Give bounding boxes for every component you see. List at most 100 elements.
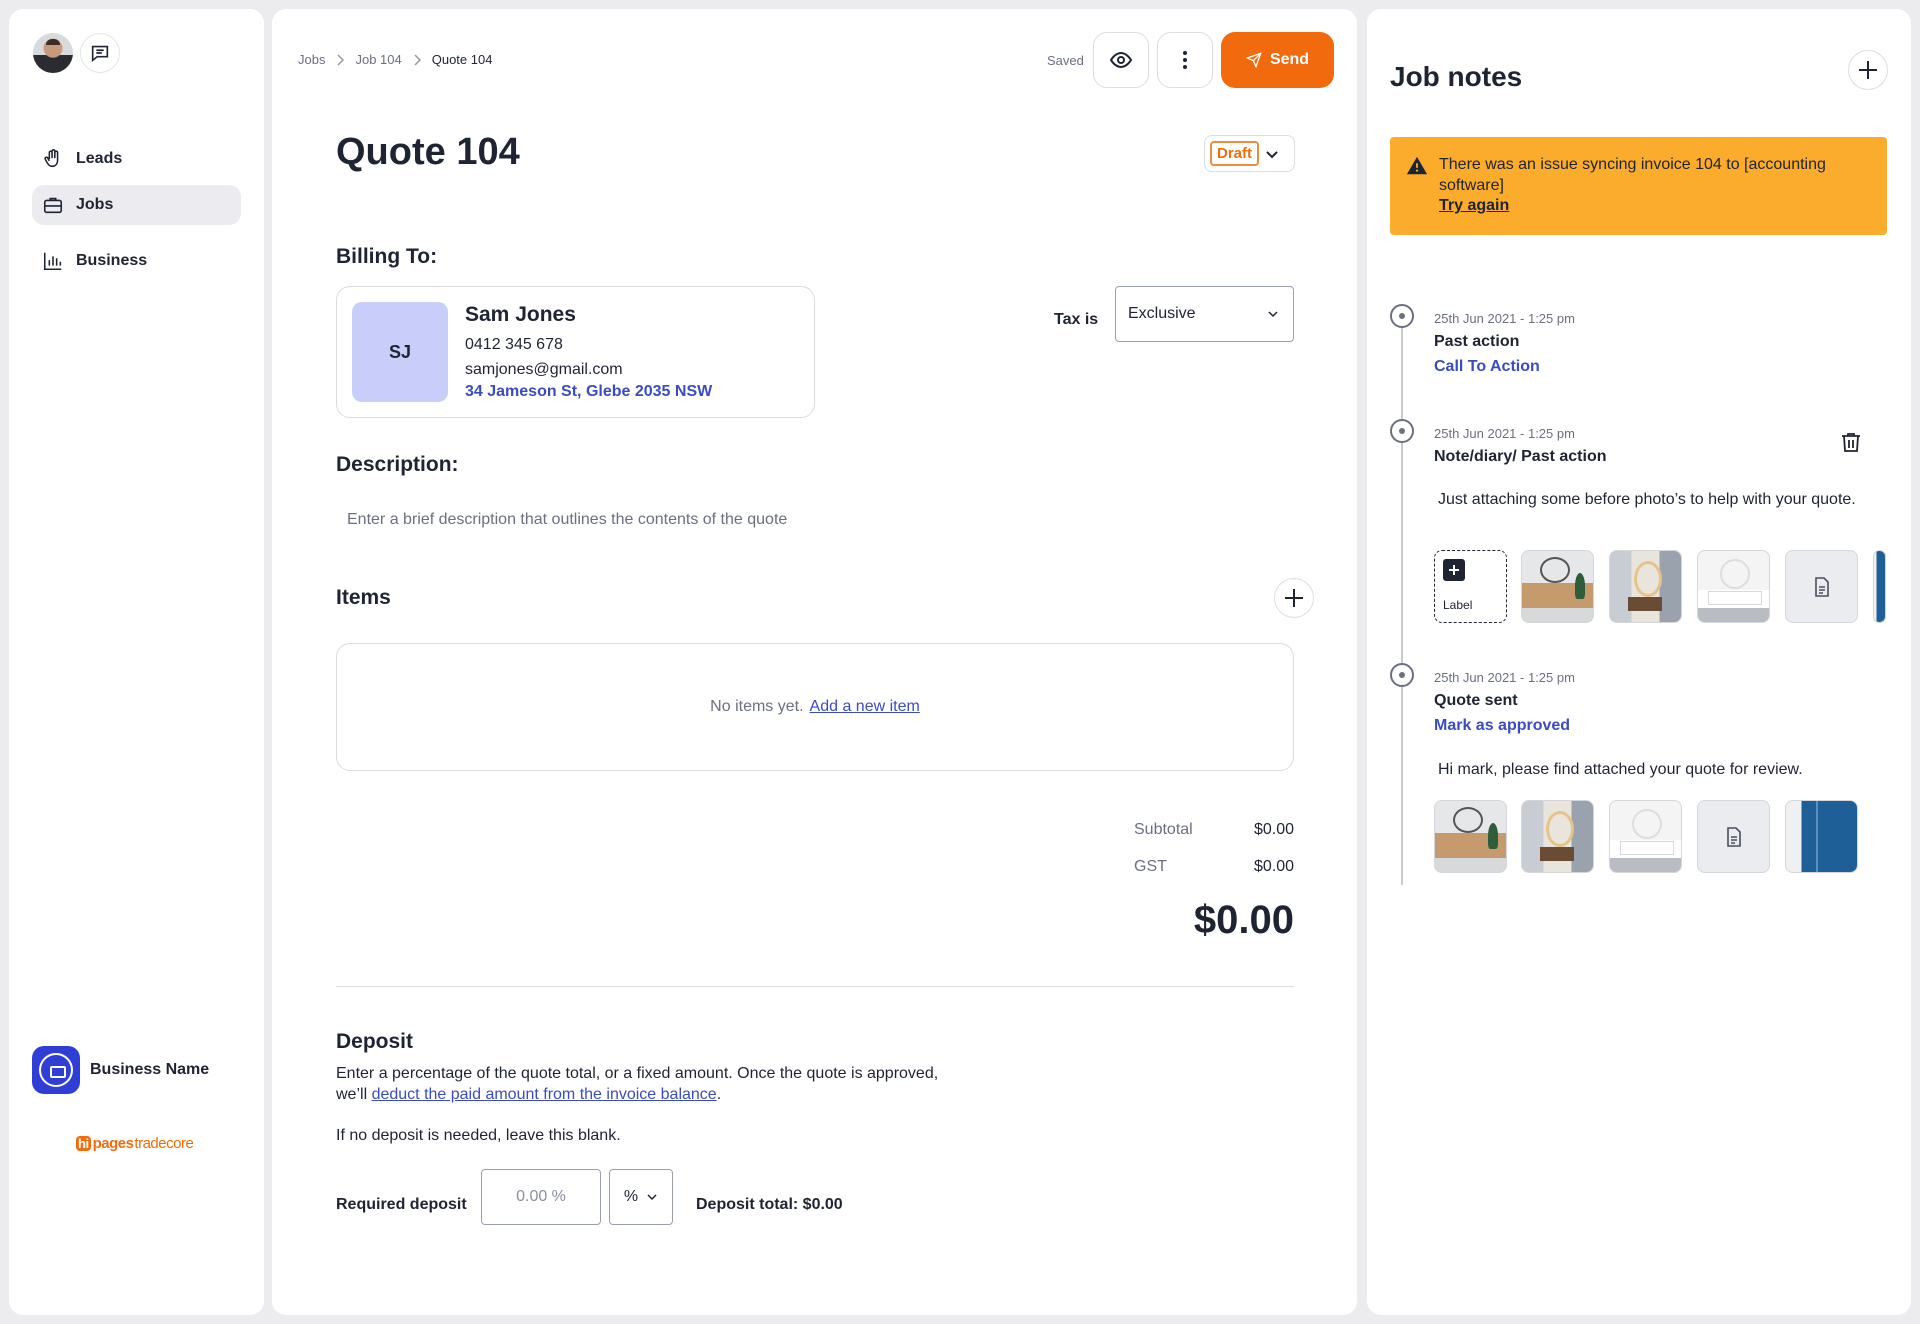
attachment-photo-thumbnail[interactable]: [1434, 800, 1507, 873]
deposit-amount-input[interactable]: 0.00 %: [481, 1169, 601, 1225]
client-phone: 0412 345 678: [465, 336, 563, 353]
warning-icon: [1406, 156, 1428, 175]
sidebar-item-label: Business: [76, 252, 148, 269]
chevron-right-icon: [414, 53, 421, 66]
client-email: samjones@gmail.com: [465, 361, 623, 378]
briefcase-icon: [43, 197, 63, 214]
status-badge: Draft: [1210, 141, 1260, 166]
note-date: 25th Jun 2021 - 1:25 pm: [1434, 426, 1575, 441]
more-vertical-icon: [1183, 51, 1187, 69]
status-dropdown[interactable]: Draft: [1204, 135, 1295, 172]
business-name: Business Name: [90, 1061, 210, 1078]
client-card[interactable]: SJ Sam Jones 0412 345 678 samjones@gmail…: [336, 286, 815, 418]
add-note-button[interactable]: [1848, 50, 1888, 90]
note-title: Past action: [1434, 333, 1520, 350]
add-attachment-button[interactable]: Label: [1434, 550, 1507, 623]
note-title: Quote sent: [1434, 692, 1518, 709]
sync-error-alert: There was an issue syncing invoice 104 t…: [1390, 137, 1887, 235]
attachment-photo-thumbnail[interactable]: [1521, 800, 1594, 873]
send-button[interactable]: Send: [1221, 32, 1334, 88]
tax-select[interactable]: Exclusive: [1115, 286, 1294, 342]
items-empty-state: No items yet. Add a new item: [336, 643, 1294, 771]
quote-total: $0.00: [1193, 898, 1294, 942]
note-body: Just attaching some before photo’s to he…: [1438, 491, 1856, 508]
breadcrumb-jobs[interactable]: Jobs: [298, 52, 325, 67]
gst-value: $0.00: [1253, 858, 1294, 875]
hand-icon: [44, 149, 59, 168]
deposit-unit-select[interactable]: %: [609, 1169, 673, 1225]
attachment-photo-thumbnail[interactable]: [1609, 800, 1682, 873]
more-options-button[interactable]: [1157, 32, 1213, 88]
add-item-button[interactable]: [1274, 578, 1314, 618]
trash-icon: [1842, 433, 1860, 452]
attachment-photo-thumbnail[interactable]: [1873, 550, 1886, 623]
tax-label: Tax is: [1054, 311, 1099, 328]
plus-icon: [1443, 559, 1465, 581]
attachment-document-thumbnail[interactable]: [1785, 550, 1858, 623]
attachment-photo-thumbnail[interactable]: [1785, 800, 1858, 873]
attachment-label: Label: [1443, 598, 1473, 612]
try-again-link[interactable]: Try again: [1439, 197, 1509, 215]
client-initials-avatar: SJ: [352, 302, 448, 402]
client-address[interactable]: 34 Jameson St, Glebe 2035 NSW: [465, 383, 712, 401]
subtotal-label: Subtotal: [1134, 821, 1193, 838]
note-date: 25th Jun 2021 - 1:25 pm: [1434, 670, 1575, 685]
business-profile[interactable]: Business Name: [32, 1046, 209, 1094]
add-new-item-link[interactable]: Add a new item: [810, 698, 920, 716]
deposit-total: Deposit total: $0.00: [696, 1196, 843, 1213]
hipages-tradecore-logo: hi pages tradecore: [76, 1135, 194, 1152]
call-to-action-link[interactable]: Call To Action: [1434, 358, 1540, 376]
attachment-photo-thumbnail[interactable]: [1609, 550, 1682, 623]
deposit-heading: Deposit: [336, 1030, 414, 1053]
mark-as-approved-link[interactable]: Mark as approved: [1434, 717, 1570, 735]
items-empty-text: No items yet.: [710, 698, 804, 715]
note-title: Note/diary/ Past action: [1434, 448, 1607, 465]
deduct-balance-link[interactable]: deduct the paid amount from the invoice …: [372, 1086, 717, 1103]
breadcrumb: Jobs Job 104 Quote 104: [298, 52, 492, 67]
notes-title: Job notes: [1390, 61, 1523, 92]
job-notes-panel: Job notes There was an issue syncing inv…: [1367, 9, 1911, 1315]
timeline-commit-icon: [1390, 663, 1414, 687]
deposit-help-text-2: we’ll deduct the paid amount from the in…: [336, 1086, 722, 1103]
attachment-photo-thumbnail[interactable]: [1697, 550, 1770, 623]
items-heading: Items: [336, 586, 391, 609]
sidebar-item-label: Leads: [76, 150, 123, 167]
billing-heading: Billing To:: [336, 245, 438, 268]
save-status: Saved: [1047, 53, 1084, 68]
chevron-down-icon: [647, 1194, 657, 1201]
document-icon: [1814, 576, 1829, 597]
description-input[interactable]: Enter a brief description that outlines …: [347, 511, 787, 529]
timeline-commit-icon: [1390, 419, 1414, 443]
chat-icon: [91, 45, 109, 63]
chevron-down-icon: [1266, 150, 1278, 158]
breadcrumb-job[interactable]: Job 104: [355, 52, 401, 67]
sidebar-item-leads[interactable]: Leads: [32, 139, 241, 179]
user-avatar[interactable]: [33, 33, 73, 73]
preview-button[interactable]: [1093, 32, 1149, 88]
required-deposit-label: Required deposit: [336, 1196, 467, 1213]
description-heading: Description:: [336, 453, 459, 476]
subtotal-value: $0.00: [1253, 821, 1294, 838]
business-logo: [32, 1046, 80, 1094]
deposit-help-text: Enter a percentage of the quote total, o…: [336, 1065, 939, 1082]
chevron-down-icon: [1268, 311, 1278, 318]
note-date: 25th Jun 2021 - 1:25 pm: [1434, 311, 1575, 326]
deposit-unit-value: %: [623, 1188, 639, 1205]
deposit-blank-hint: If no deposit is needed, leave this blan…: [336, 1127, 621, 1144]
attachment-photo-thumbnail[interactable]: [1521, 550, 1594, 623]
client-name: Sam Jones: [465, 303, 576, 326]
timeline-line: [1401, 305, 1403, 885]
attachment-document-thumbnail[interactable]: [1697, 800, 1770, 873]
tax-select-value: Exclusive: [1128, 305, 1196, 322]
sidebar-item-business[interactable]: Business: [32, 241, 241, 281]
chat-button[interactable]: [80, 33, 120, 73]
alert-message: There was an issue syncing invoice 104 t…: [1439, 156, 1826, 194]
sidebar-item-label: Jobs: [76, 196, 114, 213]
document-icon: [1726, 826, 1741, 847]
sidebar-item-jobs[interactable]: Jobs: [32, 185, 241, 225]
delete-note-button[interactable]: [1839, 430, 1863, 459]
quote-editor: Jobs Job 104 Quote 104 Saved Send Quote …: [272, 9, 1357, 1315]
timeline-commit-icon: [1390, 304, 1414, 328]
plus-icon: [1859, 61, 1877, 79]
note-body: Hi mark, please find attached your quote…: [1438, 761, 1803, 778]
